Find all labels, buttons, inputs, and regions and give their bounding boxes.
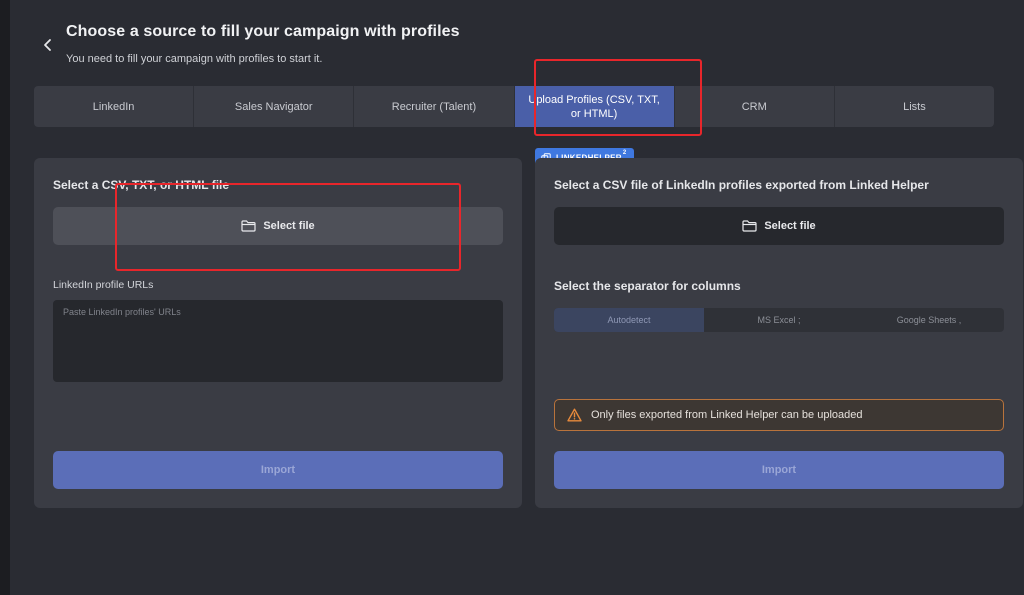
left-rail: [0, 0, 10, 595]
select-file-label: Select file: [263, 220, 315, 232]
file-upload-heading: Select a CSV, TXT, or HTML file: [53, 178, 230, 192]
select-csv-button[interactable]: Select file: [554, 207, 1004, 245]
separator-autodetect[interactable]: Autodetect: [554, 308, 704, 332]
profile-urls-input[interactable]: [53, 300, 503, 382]
linkedhelper-import-button[interactable]: Import: [554, 451, 1004, 489]
separator-selector: Autodetect MS Excel ; Google Sheets ,: [554, 308, 1004, 332]
tab-lists[interactable]: Lists: [835, 86, 994, 127]
file-upload-panel: Select a CSV, TXT, or HTML file Select f…: [34, 158, 522, 508]
linkedhelper-import-heading: Select a CSV file of LinkedIn profiles e…: [554, 178, 929, 192]
import-button[interactable]: Import: [53, 451, 503, 489]
page-title: Choose a source to fill your campaign wi…: [66, 23, 460, 40]
source-tabs: LinkedIn Sales Navigator Recruiter (Tale…: [34, 86, 994, 127]
tab-recruiter[interactable]: Recruiter (Talent): [354, 86, 515, 127]
chevron-left-icon: [44, 39, 51, 51]
tab-linkedin[interactable]: LinkedIn: [34, 86, 195, 127]
separator-heading: Select the separator for columns: [554, 279, 741, 293]
badge-version: 2: [622, 149, 627, 156]
profile-urls-label: LinkedIn profile URLs: [53, 279, 154, 291]
separator-google-sheets[interactable]: Google Sheets ,: [854, 308, 1004, 332]
tab-sales-navigator[interactable]: Sales Navigator: [194, 86, 355, 127]
linkedhelper-import-panel: Select a CSV file of LinkedIn profiles e…: [535, 158, 1023, 508]
warning-text: Only files exported from Linked Helper c…: [591, 409, 863, 421]
separator-ms-excel[interactable]: MS Excel ;: [704, 308, 854, 332]
back-button[interactable]: [38, 35, 58, 55]
folder-icon: [742, 220, 757, 232]
folder-icon: [241, 220, 256, 232]
select-csv-label: Select file: [764, 220, 816, 232]
tab-crm[interactable]: CRM: [675, 86, 835, 127]
select-file-button[interactable]: Select file: [53, 207, 503, 245]
page-subtitle: You need to fill your campaign with prof…: [66, 53, 323, 65]
tab-upload-profiles[interactable]: Upload Profiles (CSV, TXT, or HTML): [514, 86, 675, 127]
warning-triangle-icon: [567, 408, 582, 422]
warning-banner: Only files exported from Linked Helper c…: [554, 399, 1004, 431]
